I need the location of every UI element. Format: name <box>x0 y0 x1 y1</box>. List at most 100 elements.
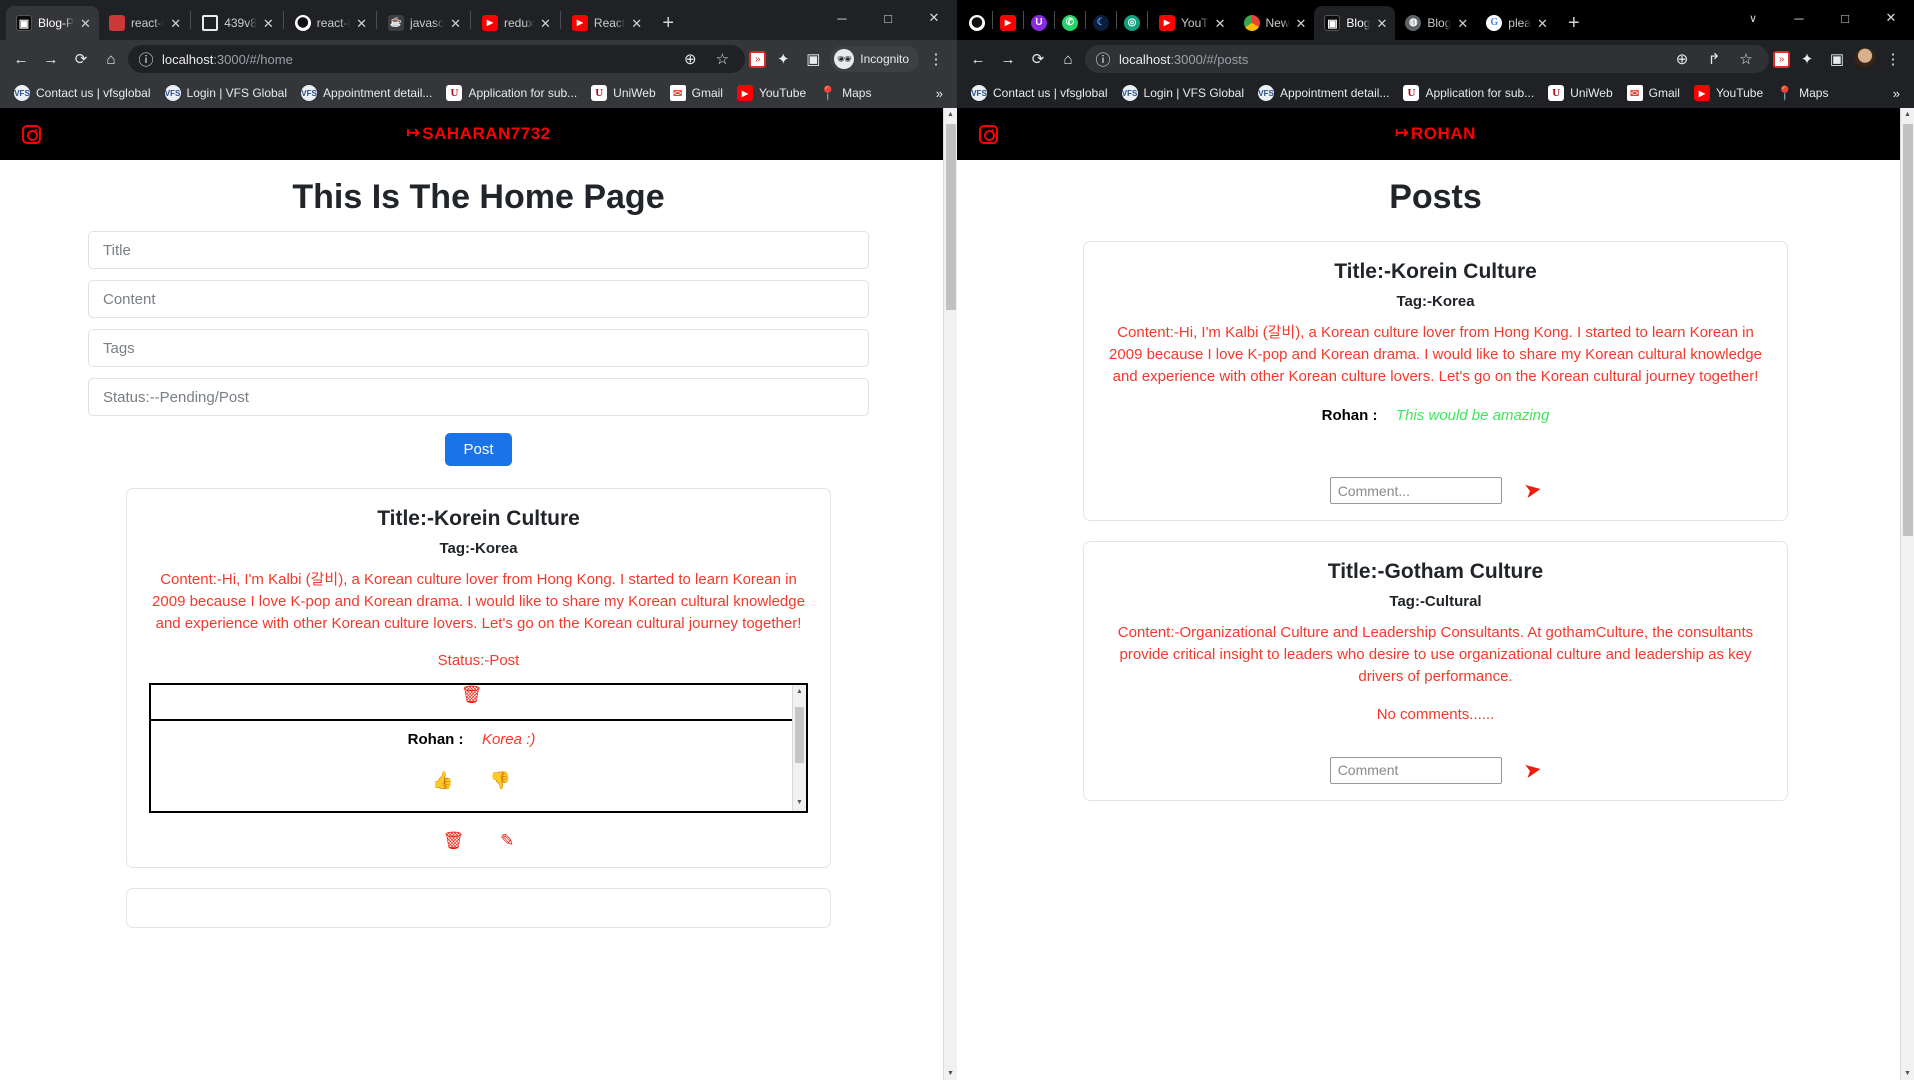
thumbs-down-icon[interactable]: 👎 <box>490 771 511 791</box>
tab-whatsapp[interactable]: ✆ <box>1056 6 1084 40</box>
scroll-up-arrow-icon[interactable]: ▲ <box>796 685 803 698</box>
tab-youtube-1[interactable] <box>994 6 1022 40</box>
tab-react-github[interactable]: ⬤ react-i ✕ <box>285 6 375 40</box>
title-input[interactable] <box>88 231 869 269</box>
tab-close-icon[interactable]: ✕ <box>356 17 367 30</box>
scrollbar-thumb[interactable] <box>1903 124 1913 536</box>
send-plane-icon[interactable]: ➤ <box>1522 756 1544 784</box>
edit-post-icon[interactable]: ✎ <box>500 831 514 851</box>
scroll-down-arrow-icon[interactable]: ▼ <box>796 796 803 809</box>
delete-post-icon[interactable]: 🗑 <box>443 831 465 851</box>
tab-439v8[interactable]: 439v8 ✕ <box>192 6 282 40</box>
status-input[interactable] <box>88 378 869 416</box>
close-window-button[interactable]: ✕ <box>1868 0 1914 36</box>
bookmark-youtube[interactable]: ▶ YouTube <box>1688 82 1769 104</box>
tab-close-icon[interactable]: ✕ <box>1376 17 1387 30</box>
scrollbar-thumb[interactable] <box>795 707 804 764</box>
incognito-profile-chip[interactable]: 🕶 Incognito <box>830 46 919 72</box>
extensions-puzzle-icon[interactable]: ✦ <box>770 46 796 72</box>
tab-close-icon[interactable]: ✕ <box>263 17 274 30</box>
content-input[interactable] <box>88 280 869 318</box>
post-button[interactable]: Post <box>445 433 512 466</box>
bookmark-login-vfs[interactable]: VFS Login | VFS Global <box>1116 82 1251 104</box>
bookmark-login-vfs[interactable]: VFS Login | VFS Global <box>159 82 294 104</box>
site-info-icon[interactable]: ⓘ <box>138 46 154 72</box>
close-window-button[interactable]: ✕ <box>911 0 957 36</box>
zoom-search-icon[interactable]: ⊕ <box>677 46 703 72</box>
scroll-up-arrow-icon[interactable]: ▲ <box>944 111 957 118</box>
logout-icon[interactable]: ↦ <box>406 126 420 142</box>
new-tab-button[interactable]: + <box>654 9 682 37</box>
new-tab-button[interactable]: + <box>1560 9 1588 37</box>
comments-scrollbar[interactable]: ▲ ▼ <box>792 685 806 812</box>
tab-close-icon[interactable]: ✕ <box>1296 17 1307 30</box>
send-plane-icon[interactable]: ➤ <box>1522 477 1544 505</box>
tab-search-chevron-button[interactable]: ∨ <box>1730 0 1776 36</box>
logout-icon[interactable]: ↦ <box>1395 126 1409 142</box>
extensions-puzzle-icon[interactable]: ✦ <box>1794 46 1820 72</box>
bookmark-maps[interactable]: 📍 Maps <box>814 82 877 104</box>
back-icon[interactable]: ← <box>965 46 991 72</box>
bookmark-contact-vfsglobal[interactable]: VFS Contact us | vfsglobal <box>965 82 1114 104</box>
side-panel-icon[interactable]: ▣ <box>800 46 826 72</box>
minimize-button[interactable]: ─ <box>1776 0 1822 36</box>
comment-input[interactable] <box>1329 756 1502 784</box>
trash-icon[interactable]: 🗑 <box>461 685 483 705</box>
tab-blog-home[interactable]: Blog-P ✕ <box>6 6 99 40</box>
tab-redux[interactable]: redux ✕ <box>472 6 559 40</box>
tab-close-icon[interactable]: ✕ <box>540 17 551 30</box>
tab-close-icon[interactable]: ✕ <box>1457 17 1468 30</box>
tab-new-tab[interactable]: New ✕ <box>1234 6 1315 40</box>
thumbs-up-icon[interactable]: 👍 <box>432 771 453 791</box>
profile-avatar[interactable] <box>1854 48 1876 70</box>
bookmark-uniweb[interactable]: U UniWeb <box>585 82 661 104</box>
tab-blog-posts[interactable]: Blog ✕ <box>1314 6 1396 40</box>
reload-icon[interactable]: ⟳ <box>1025 46 1051 72</box>
bookmark-star-icon[interactable]: ☆ <box>709 46 735 72</box>
page-scrollbar-right[interactable]: ▲ ▼ <box>1900 108 1914 1080</box>
forward-icon[interactable]: → <box>995 46 1021 72</box>
bookmark-maps[interactable]: 📍 Maps <box>1771 82 1834 104</box>
bookmark-application-for-sub[interactable]: U Application for sub... <box>440 82 583 104</box>
tab-youtube-2[interactable]: YouT ✕ <box>1149 6 1234 40</box>
bookmark-application-for-sub[interactable]: U Application for sub... <box>1397 82 1540 104</box>
side-panel-icon[interactable]: ▣ <box>1824 46 1850 72</box>
bookmark-star-icon[interactable]: ☆ <box>1733 46 1759 72</box>
scrollbar-thumb[interactable] <box>946 124 956 310</box>
home-icon[interactable]: ⌂ <box>1055 46 1081 72</box>
tab-close-icon[interactable]: ✕ <box>631 17 642 30</box>
scroll-down-arrow-icon[interactable]: ▼ <box>944 1070 957 1077</box>
site-info-icon[interactable]: ⓘ <box>1095 46 1111 72</box>
tab-blog-2[interactable]: ◍ Blog ✕ <box>1395 6 1476 40</box>
address-bar-left[interactable]: ⓘ localhost:3000/#/home ⊕ ☆ <box>128 45 746 73</box>
tab-close-icon[interactable]: ✕ <box>450 17 461 30</box>
minimize-button[interactable]: ─ <box>819 0 865 36</box>
tab-moon-app[interactable]: ☾ <box>1087 6 1115 40</box>
bookmarks-overflow-icon[interactable]: » <box>930 86 949 101</box>
instagram-icon[interactable] <box>979 124 998 144</box>
forward-icon[interactable]: → <box>38 46 64 72</box>
instagram-icon[interactable] <box>22 124 41 144</box>
tab-please-google[interactable]: G plea ✕ <box>1476 6 1556 40</box>
tab-close-icon[interactable]: ✕ <box>1537 17 1548 30</box>
bookmark-youtube[interactable]: ▶ YouTube <box>731 82 812 104</box>
tab-react-npm[interactable]: react-i ✕ <box>99 6 189 40</box>
comment-input[interactable] <box>1329 477 1502 505</box>
tags-input[interactable] <box>88 329 869 367</box>
home-icon[interactable]: ⌂ <box>98 46 124 72</box>
tab-chatgpt[interactable]: ◎ <box>1118 6 1146 40</box>
tab-javascript[interactable]: ☕ javasc ✕ <box>378 6 469 40</box>
scroll-up-arrow-icon[interactable]: ▲ <box>1901 111 1914 118</box>
bookmark-uniweb[interactable]: U UniWeb <box>1542 82 1618 104</box>
bookmarks-overflow-icon[interactable]: » <box>1887 86 1906 101</box>
bookmark-appointment-detail[interactable]: VFS Appointment detail... <box>1252 82 1395 104</box>
bookmark-gmail[interactable]: ✉ Gmail <box>664 82 729 104</box>
zoom-search-icon[interactable]: ⊕ <box>1669 46 1695 72</box>
bookmark-appointment-detail[interactable]: VFS Appointment detail... <box>295 82 438 104</box>
comments-scroll-box[interactable]: 🗑 Rohan : Korea :) 👍 👎 ▲ ▼ <box>149 683 808 814</box>
maximize-button[interactable]: □ <box>1822 0 1868 36</box>
chrome-menu-icon[interactable]: ⋮ <box>1880 46 1906 72</box>
address-bar-right[interactable]: ⓘ localhost:3000/#/posts ⊕ ↱ ☆ <box>1085 45 1769 73</box>
tab-close-icon[interactable]: ✕ <box>170 17 181 30</box>
scroll-down-arrow-icon[interactable]: ▼ <box>1901 1070 1914 1077</box>
